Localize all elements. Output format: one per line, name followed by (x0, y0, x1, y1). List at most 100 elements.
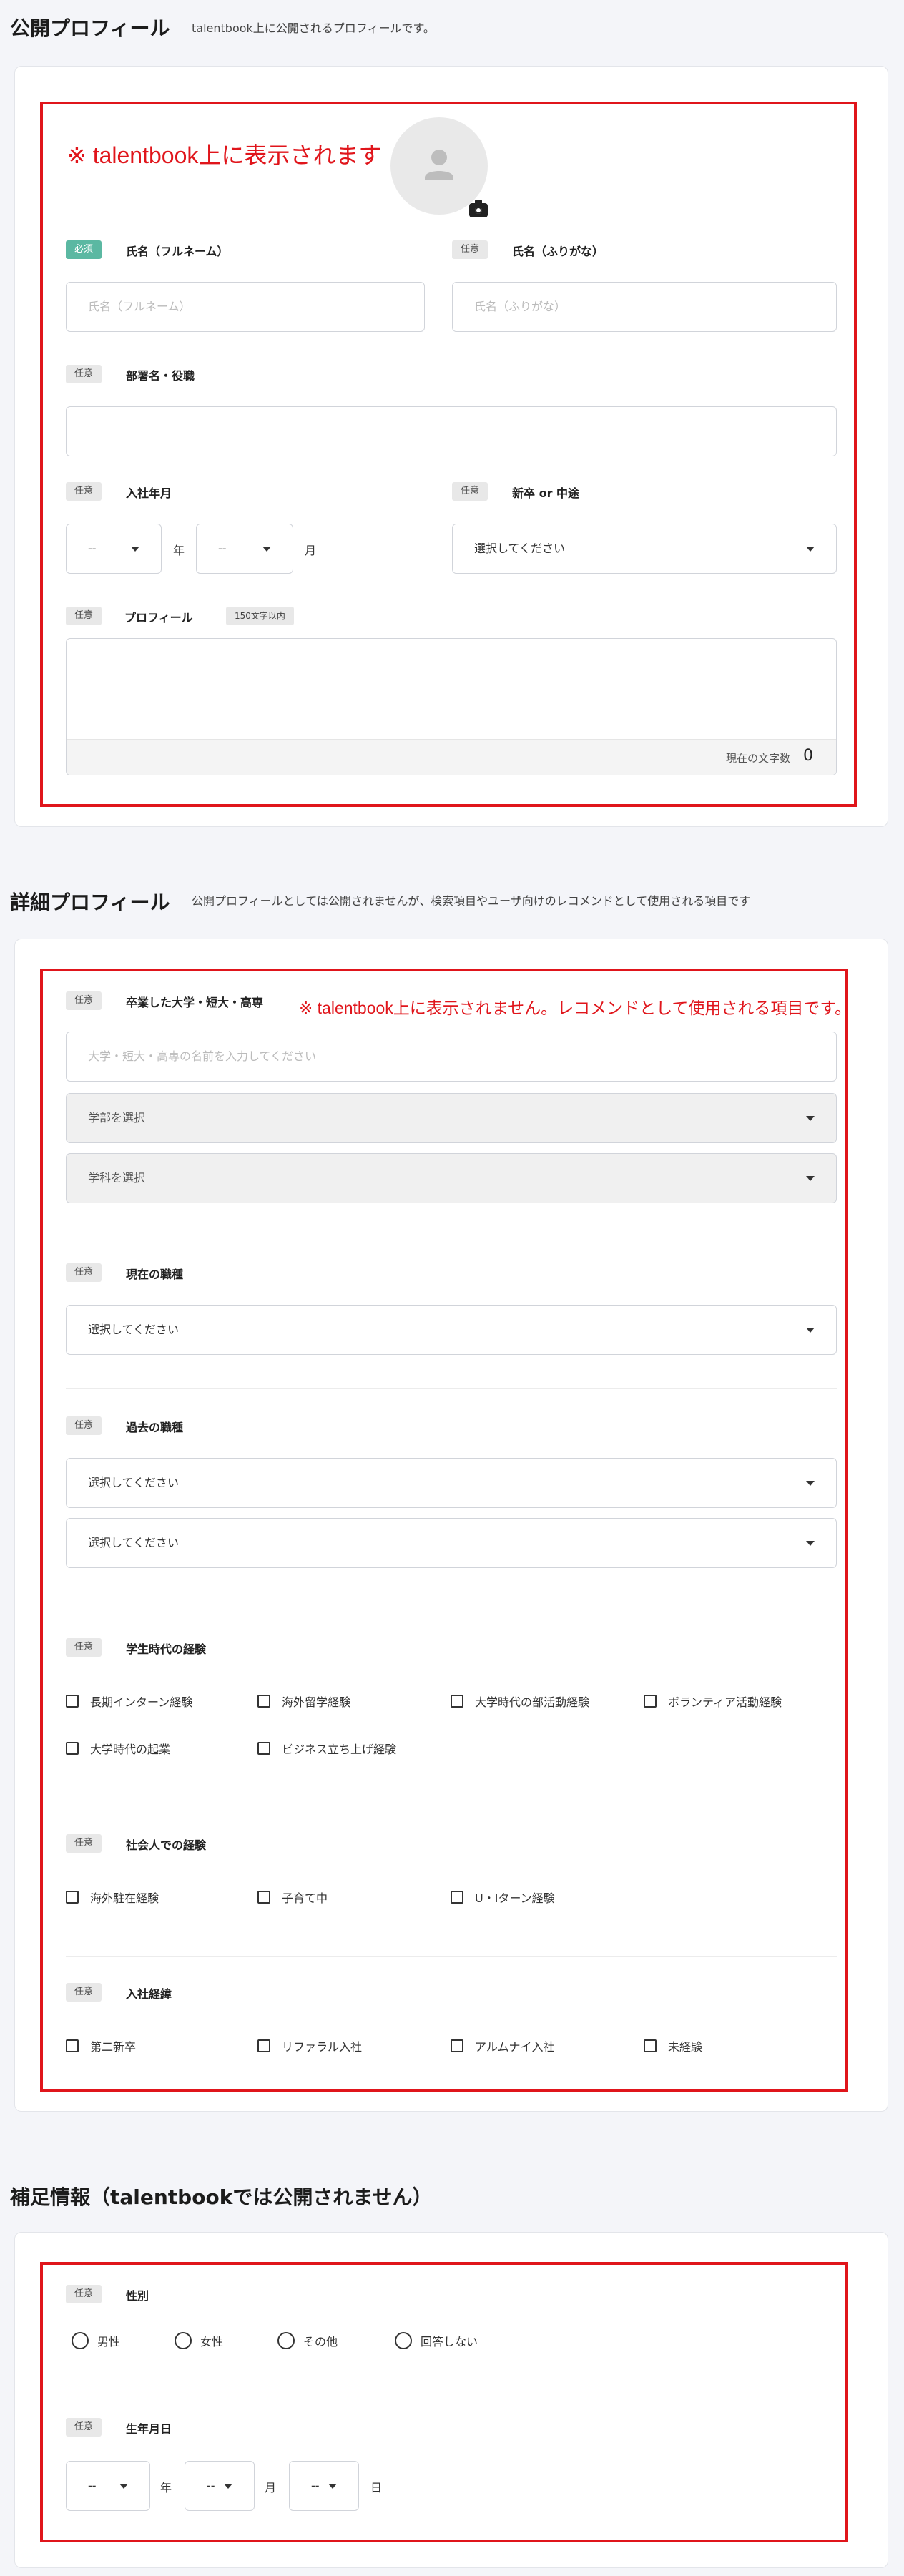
checkbox-inexperienced[interactable]: 未経験 (644, 2037, 702, 2055)
caret-down-icon (131, 547, 139, 552)
past-job-label: 過去の職種 (126, 1421, 184, 1434)
checkbox-box[interactable] (451, 2039, 463, 2052)
optional-badge: 任意 (66, 1638, 102, 1657)
gender-label: 性別 (126, 2289, 149, 2303)
join-date-label: 入社年月 (126, 486, 172, 500)
student-exp-label: 学生時代の経験 (126, 1642, 207, 1656)
detail-profile-title: 詳細プロフィール (10, 891, 170, 914)
checkbox-business-launch[interactable]: ビジネス立ち上げ経験 (257, 1740, 396, 1757)
checkbox-overseas-assignment[interactable]: 海外駐在経験 (66, 1889, 159, 1906)
checkbox-club-activity[interactable]: 大学時代の部活動経験 (451, 1693, 589, 1710)
join-path-label: 入社経緯 (126, 1987, 172, 2001)
checkbox-study-abroad[interactable]: 海外留学経験 (257, 1693, 350, 1710)
optional-badge: 任意 (66, 1263, 102, 1282)
checkbox-box[interactable] (257, 1891, 270, 1904)
profile-label: プロフィール (124, 611, 193, 625)
past-job-value-1: 選択してください (88, 1476, 180, 1489)
month-unit: 月 (305, 544, 317, 557)
hire-type-select[interactable]: 選択してください (452, 524, 837, 574)
department-input[interactable] (66, 406, 837, 456)
optional-badge: 任意 (66, 991, 102, 1010)
checkbox-volunteer[interactable]: ボランティア活動経験 (644, 1693, 782, 1710)
extra-annotation-frame (40, 2262, 848, 2542)
radio-female[interactable]: 女性 (175, 2332, 223, 2349)
caret-down-icon (806, 1116, 815, 1121)
profile-textarea[interactable]: 現在の文字数 0 (66, 638, 837, 775)
checkbox-box[interactable] (257, 1742, 270, 1755)
checkbox-startup[interactable]: 大学時代の起業 (66, 1740, 170, 1757)
join-year-value: -- (88, 542, 97, 555)
checkbox-box[interactable] (644, 1695, 657, 1708)
radio-male[interactable]: 男性 (72, 2332, 120, 2349)
caret-down-icon (806, 1328, 815, 1333)
radio-circle[interactable] (72, 2332, 89, 2349)
optional-badge: 任意 (66, 607, 102, 625)
char-counter-label: 現在の文字数 (725, 752, 790, 765)
optional-badge: 任意 (66, 365, 102, 383)
optional-badge: 任意 (66, 1834, 102, 1853)
birth-month-select[interactable]: -- (185, 2461, 255, 2511)
kana-name-label: 氏名（ふりがな） (512, 245, 604, 258)
caret-down-icon (119, 2484, 128, 2489)
work-exp-label: 社会人での経験 (126, 1838, 207, 1852)
kana-name-input[interactable]: 氏名（ふりがな） (452, 282, 837, 332)
checkbox-long-intern[interactable]: 長期インターン経験 (66, 1693, 192, 1710)
checkbox-box[interactable] (66, 1695, 79, 1708)
full-name-label: 氏名（フルネーム） (126, 245, 229, 258)
optional-badge: 任意 (66, 1416, 102, 1435)
detail-annotation-note: ※ talentbook上に表示されません。レコメンドとして使用される項目です。 (299, 999, 852, 1017)
birth-year-value: -- (88, 2479, 97, 2492)
optional-badge: 任意 (66, 1983, 102, 2002)
radio-no-answer[interactable]: 回答しない (395, 2332, 478, 2349)
detail-profile-description: 公開プロフィールとしては公開されませんが、検索項目やユーザ向けのレコメンドとして… (192, 894, 751, 908)
checkbox-alumni[interactable]: アルムナイ入社 (451, 2037, 555, 2055)
caret-down-icon (224, 2484, 232, 2489)
camera-icon[interactable] (469, 200, 488, 217)
checkbox-box[interactable] (257, 1695, 270, 1708)
checkbox-referral[interactable]: リファラル入社 (257, 2037, 362, 2055)
char-limit-badge: 150文字以内 (226, 607, 294, 625)
department-select-value: 学科を選択 (88, 1171, 146, 1185)
radio-circle[interactable] (277, 2332, 295, 2349)
month-unit: 月 (265, 2481, 277, 2494)
join-month-select[interactable]: -- (196, 524, 293, 574)
radio-circle[interactable] (395, 2332, 412, 2349)
caret-down-icon (262, 547, 271, 552)
optional-badge: 任意 (452, 240, 488, 259)
faculty-select[interactable]: 学部を選択 (66, 1093, 837, 1143)
public-annotation-note: ※ talentbook上に表示されます (67, 142, 382, 168)
optional-badge: 任意 (66, 2285, 102, 2303)
checkbox-box[interactable] (66, 2039, 79, 2052)
school-input[interactable]: 大学・短大・高専の名前を入力してください (66, 1032, 837, 1082)
public-profile-title: 公開プロフィール (10, 16, 170, 40)
extra-info-title: 補足情報（talentbookでは公開されません） (10, 2185, 433, 2209)
caret-down-icon (806, 547, 815, 552)
department-select[interactable]: 学科を選択 (66, 1153, 837, 1203)
join-year-select[interactable]: -- (66, 524, 162, 574)
birth-year-select[interactable]: -- (66, 2461, 150, 2511)
birth-day-value: -- (311, 2479, 320, 2492)
radio-other[interactable]: その他 (277, 2332, 338, 2349)
hire-type-label: 新卒 or 中途 (512, 486, 580, 500)
profile-avatar[interactable] (390, 117, 488, 215)
past-job-select-1[interactable]: 選択してください (66, 1458, 837, 1508)
checkbox-box[interactable] (66, 1891, 79, 1904)
birth-day-select[interactable]: -- (289, 2461, 359, 2511)
radio-circle[interactable] (175, 2332, 192, 2349)
checkbox-box[interactable] (257, 2039, 270, 2052)
full-name-input[interactable]: 氏名（フルネーム） (66, 282, 425, 332)
past-job-select-2[interactable]: 選択してください (66, 1518, 837, 1568)
checkbox-second-new-grad[interactable]: 第二新卒 (66, 2037, 136, 2055)
birth-date-label: 生年月日 (126, 2422, 172, 2436)
optional-badge: 任意 (66, 482, 102, 501)
birth-month-value: -- (207, 2479, 215, 2492)
checkbox-box[interactable] (66, 1742, 79, 1755)
current-job-select[interactable]: 選択してください (66, 1305, 837, 1355)
checkbox-box[interactable] (451, 1891, 463, 1904)
caret-down-icon (328, 2484, 337, 2489)
checkbox-box[interactable] (451, 1695, 463, 1708)
checkbox-box[interactable] (644, 2039, 657, 2052)
year-unit: 年 (160, 2481, 172, 2494)
checkbox-parenting[interactable]: 子育て中 (257, 1889, 328, 1906)
checkbox-ui-turn[interactable]: U・Iターン経験 (451, 1889, 555, 1906)
